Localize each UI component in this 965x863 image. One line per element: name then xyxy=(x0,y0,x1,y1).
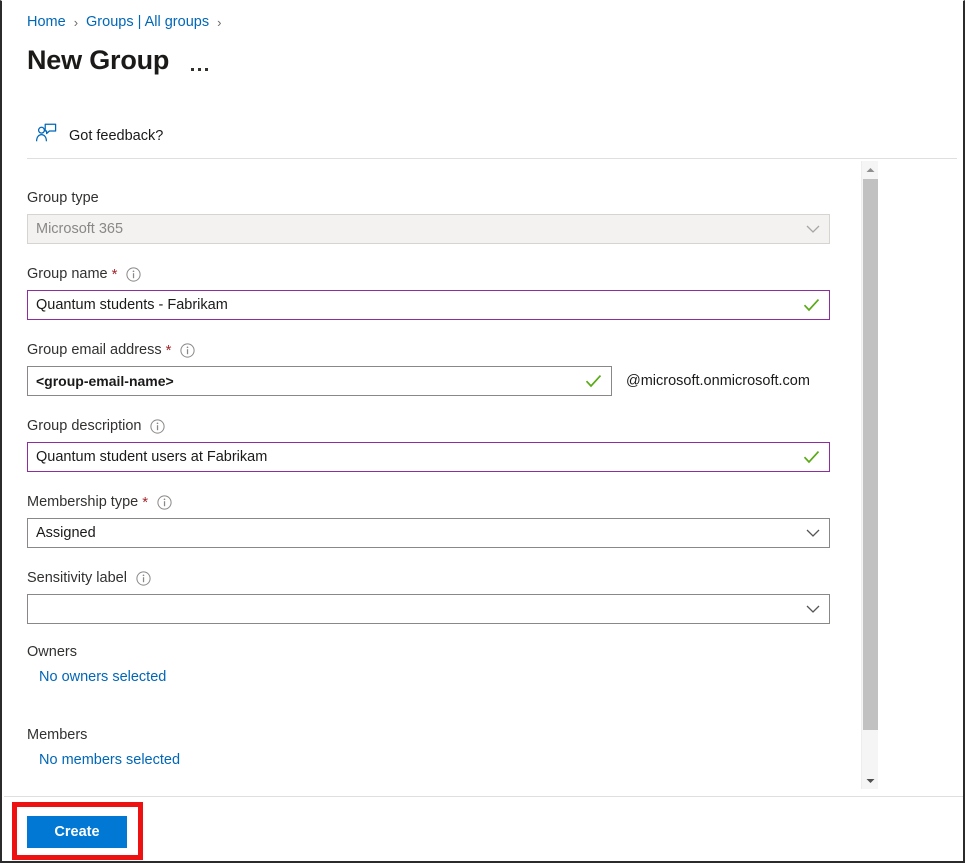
owners-select-link[interactable]: No owners selected xyxy=(39,669,166,685)
breadcrumb-separator: › xyxy=(217,16,221,29)
group-description-input[interactable]: Quantum student users at Fabrikam xyxy=(27,442,830,472)
ellipsis-dot xyxy=(205,68,208,71)
breadcrumb-item-groups[interactable]: Groups | All groups xyxy=(86,14,209,30)
group-description-label-row: Group description xyxy=(27,416,830,436)
title-row: New Group xyxy=(27,41,208,79)
info-icon[interactable] xyxy=(150,419,165,434)
info-icon[interactable] xyxy=(180,343,195,358)
breadcrumb: Home › Groups | All groups › xyxy=(27,11,229,33)
group-type-dropdown[interactable]: Microsoft 365 xyxy=(27,214,830,244)
create-button[interactable]: Create xyxy=(27,816,127,848)
scroll-up-icon[interactable] xyxy=(862,161,879,178)
valid-check-icon xyxy=(803,298,829,312)
membership-type-value: Assigned xyxy=(28,519,806,547)
field-group-name: Group name * Quantum students - Fabrikam xyxy=(27,264,830,320)
group-name-value: Quantum students - Fabrikam xyxy=(28,291,803,319)
ellipsis-dot xyxy=(191,68,194,71)
membership-type-label-row: Membership type * xyxy=(27,492,830,512)
field-members: Members No members selected xyxy=(27,727,180,769)
sensitivity-label-dropdown[interactable] xyxy=(27,594,830,624)
group-name-label-row: Group name * xyxy=(27,264,830,284)
got-feedback-label: Got feedback? xyxy=(69,128,163,144)
members-label: Members xyxy=(27,727,180,743)
scrollbar-thumb[interactable] xyxy=(863,179,878,730)
group-description-label: Group description xyxy=(27,418,141,434)
group-name-label: Group name xyxy=(27,266,108,282)
more-options-icon[interactable] xyxy=(191,43,208,77)
breadcrumb-separator: › xyxy=(74,16,78,29)
form-scrollbar[interactable] xyxy=(861,161,878,789)
form-scroll-region: Group type Microsoft 365 Group name * xyxy=(2,159,942,789)
sensitivity-label-label: Sensitivity label xyxy=(27,570,127,586)
chevron-down-icon xyxy=(806,605,829,614)
group-email-label: Group email address xyxy=(27,342,162,358)
owners-label: Owners xyxy=(27,644,166,660)
field-group-email: Group email address * <group-email-name> xyxy=(27,340,810,396)
group-type-value: Microsoft 365 xyxy=(28,215,806,243)
field-membership-type: Membership type * Assigned xyxy=(27,492,830,548)
field-owners: Owners No owners selected xyxy=(27,644,166,686)
scroll-down-icon[interactable] xyxy=(862,772,879,789)
group-type-label-row: Group type xyxy=(27,188,830,208)
group-type-label: Group type xyxy=(27,190,99,206)
field-group-type: Group type Microsoft 365 xyxy=(27,188,830,244)
members-select-link[interactable]: No members selected xyxy=(39,752,180,768)
valid-check-icon xyxy=(585,374,611,388)
got-feedback-button[interactable]: Got feedback? xyxy=(35,123,163,148)
new-group-blade: Home › Groups | All groups › New Group G… xyxy=(0,0,965,863)
person-feedback-icon xyxy=(35,123,57,148)
group-email-domain-suffix: @microsoft.onmicrosoft.com xyxy=(626,373,810,389)
required-asterisk: * xyxy=(112,267,118,282)
required-asterisk: * xyxy=(166,343,172,358)
info-icon[interactable] xyxy=(136,571,151,586)
required-asterisk: * xyxy=(142,495,148,510)
info-icon[interactable] xyxy=(126,267,141,282)
valid-check-icon xyxy=(803,450,829,464)
sensitivity-label-label-row: Sensitivity label xyxy=(27,568,830,588)
field-sensitivity-label: Sensitivity label xyxy=(27,568,830,624)
page-title: New Group xyxy=(27,41,169,79)
group-email-value: <group-email-name> xyxy=(28,367,585,395)
group-email-label-row: Group email address * xyxy=(27,340,810,360)
group-name-input[interactable]: Quantum students - Fabrikam xyxy=(27,290,830,320)
chevron-down-icon xyxy=(806,225,829,234)
membership-type-dropdown[interactable]: Assigned xyxy=(27,518,830,548)
chevron-down-icon xyxy=(806,529,829,538)
info-icon[interactable] xyxy=(157,495,172,510)
field-group-description: Group description Quantum student users … xyxy=(27,416,830,472)
group-email-row: <group-email-name> @microsoft.onmicrosof… xyxy=(27,366,810,396)
breadcrumb-item-home[interactable]: Home xyxy=(27,14,66,30)
membership-type-label: Membership type xyxy=(27,494,138,510)
ellipsis-dot xyxy=(198,68,201,71)
footer-divider xyxy=(4,796,965,797)
group-description-value: Quantum student users at Fabrikam xyxy=(28,443,803,471)
group-email-input[interactable]: <group-email-name> xyxy=(27,366,612,396)
